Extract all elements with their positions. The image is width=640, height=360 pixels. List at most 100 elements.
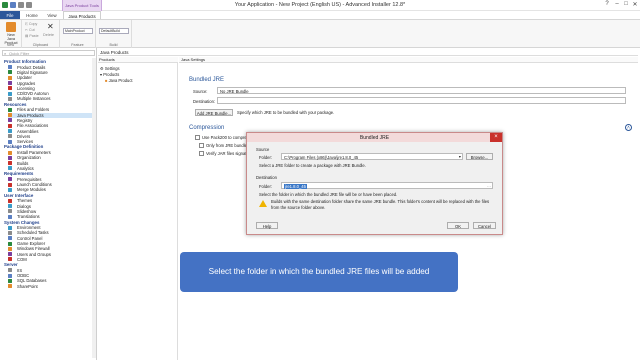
destination-hint: Select the folder in which the bundled J… xyxy=(259,192,398,197)
only-jre-label: Only from JRE bundle xyxy=(206,143,247,148)
sidebar-item-label: Environment xyxy=(17,225,41,231)
sidebar-item-label: Licensing xyxy=(17,85,35,91)
sidebar-item-icon xyxy=(8,65,12,70)
group-label-feature: Feature xyxy=(71,43,84,47)
collapse-icon[interactable]: ˄ xyxy=(625,124,632,131)
tab-view[interactable]: View xyxy=(42,11,62,19)
sidebar-item-icon xyxy=(8,278,12,283)
sidebar-item-label: Game Explorer xyxy=(17,241,46,246)
ribbon-group-feature: MainProduct Feature xyxy=(60,20,96,48)
nav-section-title[interactable]: User Interface xyxy=(4,193,33,198)
tree-header: Products xyxy=(98,57,178,63)
tree-node-settings[interactable]: ⚙ Settings xyxy=(100,66,120,71)
sidebar-item-label: Services xyxy=(17,139,34,145)
pack200-checkbox[interactable] xyxy=(195,135,200,140)
copy-button[interactable]: ⎘ Copy xyxy=(25,22,37,26)
sidebar-item-icon xyxy=(8,70,12,75)
ok-button[interactable]: OK xyxy=(447,222,469,229)
nav-section-title[interactable]: System Changes xyxy=(4,220,39,225)
tree-node-java-product[interactable]: ■ Java Product xyxy=(105,78,133,83)
cancel-button[interactable]: Cancel xyxy=(473,222,496,229)
nav-section-title[interactable]: Package Definition xyxy=(4,144,43,149)
sidebar-item-label: Prerequisites xyxy=(17,176,42,182)
sidebar-item-icon xyxy=(8,236,12,241)
tab-home[interactable]: Home xyxy=(22,11,42,19)
sidebar-item-label: Upgrades xyxy=(17,80,36,86)
group-label-new: New xyxy=(6,43,15,47)
sidebar-item-icon xyxy=(8,150,12,155)
sidebar-item-icon xyxy=(8,241,12,246)
nav-section-title[interactable]: Product Information xyxy=(4,59,46,64)
paste-button[interactable]: ▤ Paste xyxy=(25,34,39,38)
sidebar-item-icon xyxy=(8,198,12,203)
sidebar-item-label: Drivers xyxy=(17,133,31,139)
sidebar-item-icon xyxy=(8,166,12,171)
compression-title: Compression xyxy=(189,125,225,131)
tab-java-products[interactable]: Java Products xyxy=(63,11,101,19)
sidebar-item[interactable]: SharePoint xyxy=(8,284,95,289)
source-group-label: Source xyxy=(256,147,270,152)
only-jre-checkbox[interactable] xyxy=(199,143,204,148)
folder-browse-icon[interactable]: … xyxy=(487,183,491,188)
add-jre-bundle-button[interactable]: Add JRE Bundle... xyxy=(195,109,233,116)
source-field[interactable]: No JRE Bundle xyxy=(217,87,626,94)
sidebar-item-icon xyxy=(8,214,12,219)
sidebar-item-label: Translations xyxy=(17,214,40,220)
sidebar-item-label: Files and Folders xyxy=(17,107,50,113)
sidebar-item-icon xyxy=(8,86,12,91)
bundled-jre-dialog: Bundled JRE × Source Folder: C:\Program … xyxy=(246,132,503,235)
tab-file[interactable]: File xyxy=(0,11,20,19)
search-placeholder: Quick Filter xyxy=(9,51,30,56)
sidebar-item-icon xyxy=(8,177,12,182)
ribbon-group-new: New Java Product New xyxy=(0,20,22,48)
group-label-clipboard: Clipboard xyxy=(32,43,49,47)
sidebar-item-icon xyxy=(8,91,12,96)
sidebar-item-label: Organization xyxy=(17,155,41,161)
tree-node-settings-label: Settings xyxy=(104,66,120,71)
search-input[interactable]: ⌕ Quick Filter xyxy=(2,50,95,56)
ribbon-tabs: File Home View Java Products xyxy=(0,11,640,19)
sidebar-item-icon xyxy=(8,113,12,118)
sidebar-item-label: Multiple Instances xyxy=(17,96,51,102)
help-button[interactable]: Help xyxy=(256,222,278,229)
sidebar-item-label: COM xyxy=(17,256,27,262)
tree-panel: Products ⚙ Settings ▾ Products ■ Java Pr… xyxy=(98,57,178,360)
destination-label: Destination: xyxy=(193,99,216,104)
sidebar-item-label: Builds xyxy=(17,160,29,166)
dialog-close-button[interactable]: × xyxy=(490,133,502,142)
browse-button[interactable]: Browse... xyxy=(466,153,493,160)
help-icon[interactable]: ? xyxy=(602,1,612,7)
sidebar-item-label: ODBC xyxy=(17,273,30,279)
tree-node-products[interactable]: ▾ Products xyxy=(100,72,119,77)
close-icon[interactable]: ✕ xyxy=(630,1,640,8)
nav-section-title[interactable]: Server xyxy=(4,262,18,267)
sidebar-item-label: Digital Signature xyxy=(17,69,48,75)
properties-header: Java Settings xyxy=(179,57,638,63)
feature-combo[interactable]: MainProduct xyxy=(63,28,93,34)
source-folder-value: C:\Program Files (x86)\Java\jre1.8.0_45 xyxy=(284,155,359,160)
sidebar-item-icon xyxy=(8,129,12,133)
page-title: Java Products xyxy=(98,48,638,56)
copy-label: Copy xyxy=(28,22,38,26)
verify-jar-checkbox[interactable] xyxy=(199,151,204,156)
left-scrollbar[interactable] xyxy=(92,58,96,358)
sidebar-item[interactable]: COM xyxy=(8,257,95,262)
destination-folder-input[interactable]: jre1.8.0_45 … xyxy=(281,182,493,189)
destination-folder-value: jre1.8.0_45 xyxy=(284,184,307,189)
sidebar-item-label: Windows Firewall xyxy=(17,246,50,252)
bundled-jre-title: Bundled JRE xyxy=(189,77,225,83)
warning-text: Builds with the same destination folder … xyxy=(271,199,490,210)
source-label: Source: xyxy=(193,89,208,94)
delete-button[interactable]: Delete xyxy=(43,33,54,37)
sidebar-item-label: IIS xyxy=(17,267,23,273)
sidebar-item-label: SQL Databases xyxy=(17,278,47,284)
cut-button[interactable]: ✂ Cut xyxy=(25,28,35,32)
sidebar-item-icon xyxy=(8,134,12,139)
destination-field[interactable] xyxy=(217,97,626,104)
source-folder-combo[interactable]: C:\Program Files (x86)\Java\jre1.8.0_45 … xyxy=(281,153,463,160)
nav-section-title[interactable]: Requirements xyxy=(4,171,33,176)
build-combo[interactable]: DefaultBuild xyxy=(99,28,129,34)
nav-section-title[interactable]: Resources xyxy=(4,102,26,107)
sidebar-item-icon xyxy=(8,230,12,235)
ribbon-group-clipboard: ⎘ Copy ✂ Cut ▤ Paste ✕ Delete Clipboard xyxy=(22,20,60,48)
